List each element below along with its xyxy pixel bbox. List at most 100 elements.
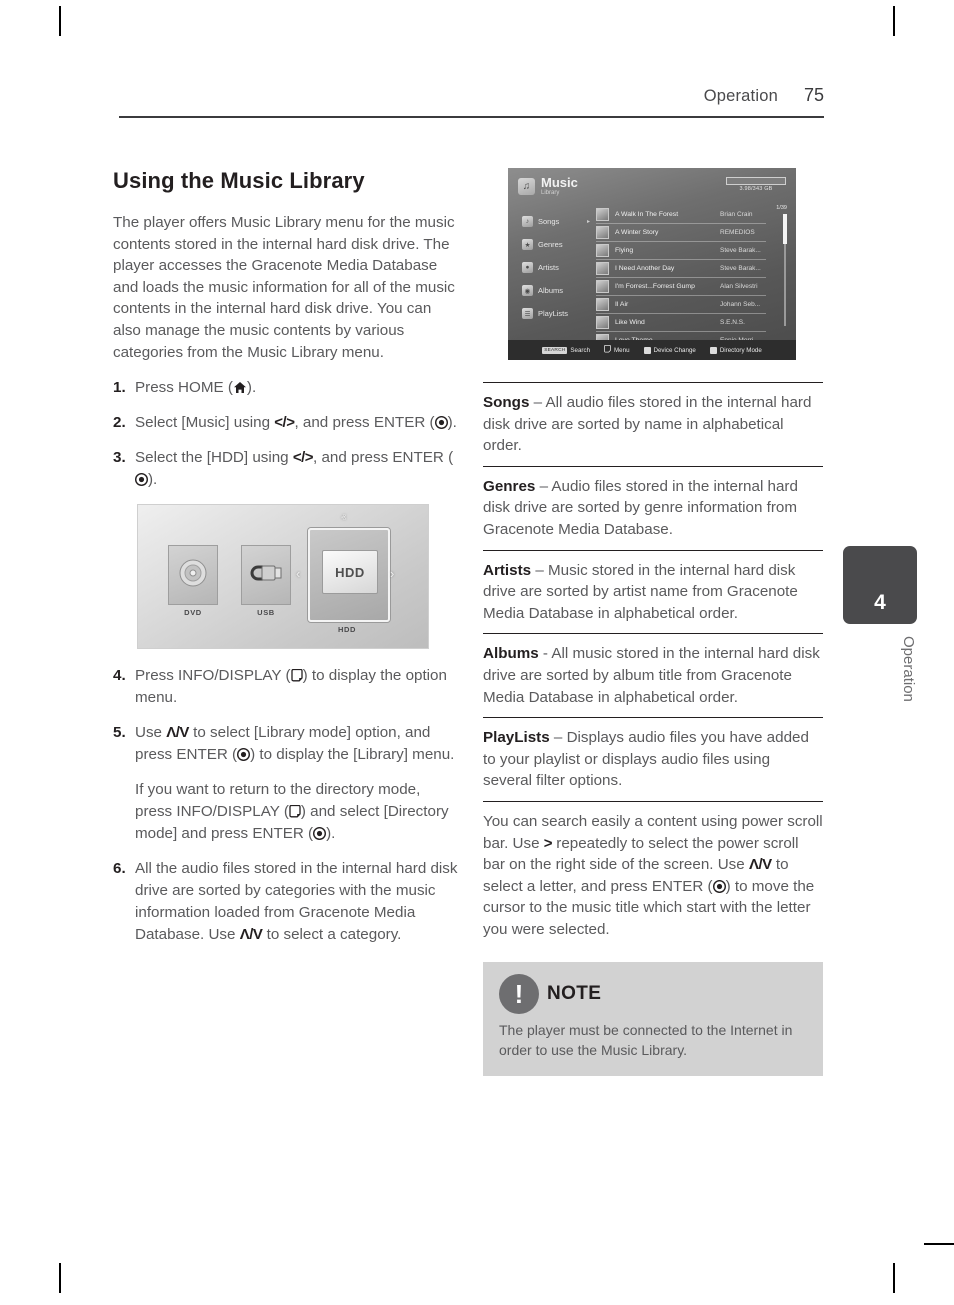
track-artist: REMEDIOS (720, 229, 766, 236)
definition-artists: Artists – Music stored in the internal h… (483, 551, 823, 635)
sidebar-item-artists[interactable]: ● Artists (522, 256, 590, 279)
crop-mark-right-edge (924, 1243, 954, 1245)
track-row[interactable]: Il Air Johann Seb... (596, 296, 766, 314)
definition-albums: Albums - All music stored in the interna… (483, 634, 823, 718)
left-column: Using the Music Library The player offer… (113, 168, 458, 959)
exclamation-icon: ! (499, 974, 539, 1014)
nav-left-arrow-icon[interactable]: ‹ (296, 566, 300, 581)
footer-action-label: Search (570, 347, 590, 354)
power-scroll-paragraph: You can search easily a content using po… (483, 802, 823, 941)
capacity-gauge-bar (726, 177, 786, 185)
step-3: 3. Select the [HDD] using </>, and press… (113, 447, 458, 491)
crop-mark-bottom-right (893, 1263, 895, 1293)
album-art-thumbnail (596, 298, 609, 311)
hdd-icon: HDD (322, 550, 378, 594)
note-header: ! NOTE (499, 974, 807, 1014)
sidebar-item-label: Genres (538, 240, 563, 249)
device-item-hdd-selected-frame[interactable]: HDD (308, 528, 390, 622)
nav-up-arrow-icon[interactable]: ⱏ (341, 513, 346, 524)
side-tab-label: Operation (843, 636, 917, 702)
definition-dash: – (550, 729, 567, 746)
sidebar-item-songs[interactable]: ♪ Songs ▸ (522, 210, 590, 233)
definition-playlists: PlayLists – Displays audio files you hav… (483, 718, 823, 802)
usb-icon (249, 561, 283, 590)
track-row[interactable]: I Need Another Day Steve Barak... (596, 260, 766, 278)
track-artist: Alan Silvestri (720, 283, 766, 290)
footer-menu-action[interactable]: Menu (604, 345, 629, 355)
definition-dash: – (529, 394, 545, 411)
step-6: 6. All the audio files stored in the int… (113, 858, 458, 946)
sidebar-item-albums[interactable]: ◉ Albums (522, 279, 590, 302)
header-section-title: Operation (704, 87, 778, 106)
crop-mark-top-right (893, 6, 895, 36)
album-art-thumbnail (596, 208, 609, 221)
track-row[interactable]: A Winter Story REMEDIOS (596, 224, 766, 242)
definition-term: Genres (483, 478, 535, 495)
nav-right-arrow-icon[interactable]: › (390, 566, 394, 581)
enter-icon (313, 825, 326, 838)
footer-action-label: Menu (614, 347, 629, 354)
enter-icon (135, 471, 148, 484)
up-down-arrows-icon: Λ/V (749, 856, 772, 873)
definition-term: Artists (483, 562, 531, 579)
step-4: 4. Press INFO/DISPLAY () to display the … (113, 665, 458, 709)
crop-mark-top-left (59, 6, 61, 36)
step-1-number: 1. (113, 377, 135, 399)
music-library-subtitle: Library (541, 189, 578, 197)
info-display-icon (289, 803, 301, 816)
track-row[interactable]: Like Wind S.E.N.S. (596, 314, 766, 332)
footer-device-change-action[interactable]: Device Change (644, 347, 696, 354)
step-5-text-c: ) to display the [Library] menu. (250, 746, 454, 763)
dvd-label: DVD (168, 608, 218, 617)
footer-directory-mode-action[interactable]: Directory Mode (710, 347, 762, 354)
side-tab-chapter-box: 4 (843, 546, 917, 624)
step-3-text-b: , and press ENTER ( (313, 449, 453, 466)
step-5-substep: If you want to return to the directory m… (135, 779, 458, 845)
step-1: 1. Press HOME (). (113, 377, 458, 399)
track-artist: Brian Crain (720, 211, 766, 218)
chevron-right-icon: ▸ (587, 218, 590, 225)
album-art-thumbnail (596, 226, 609, 239)
step-4-text-a: Press INFO/DISPLAY ( (135, 667, 291, 684)
sidebar-item-label: Albums (538, 286, 563, 295)
step-2-text-b: , and press ENTER ( (294, 414, 434, 431)
track-artist: Johann Seb... (720, 301, 766, 308)
track-title: Il Air (615, 301, 714, 308)
genre-icon: ★ (522, 239, 533, 250)
sidebar-item-playlists[interactable]: ☰ PlayLists (522, 302, 590, 325)
track-artist: Steve Barak... (720, 265, 766, 272)
track-artist: S.E.N.S. (720, 319, 766, 326)
track-row[interactable]: I'm Forrest...Forrest Gump Alan Silvestr… (596, 278, 766, 296)
sidebar-item-genres[interactable]: ★ Genres (522, 233, 590, 256)
footer-search-action[interactable]: SEARCH Search (542, 347, 590, 354)
step-6-number: 6. (113, 858, 135, 946)
substep-text-c: ). (326, 825, 335, 842)
track-row[interactable]: A Walk In The Forest Brian Crain (596, 206, 766, 224)
directory-mode-key-icon (710, 347, 717, 354)
disc-icon (178, 558, 208, 593)
step-5-number: 5. (113, 722, 135, 766)
device-item-usb: USB (241, 545, 291, 617)
track-row[interactable]: Flying Steve Barak... (596, 242, 766, 260)
step-3-number: 3. (113, 447, 135, 491)
side-tab-number: 4 (874, 591, 886, 615)
usb-label: USB (241, 608, 291, 617)
capacity-gauge-text: 3.98/343 GB (726, 186, 786, 192)
step-1-text-b: ). (247, 379, 256, 396)
scrollbar-thumb[interactable] (783, 214, 787, 244)
intro-paragraph: The player offers Music Library menu for… (113, 212, 458, 363)
step-2-text-a: Select [Music] using (135, 414, 274, 431)
power-scroll-bar[interactable]: 1/39 (783, 206, 787, 326)
artist-icon: ● (522, 262, 533, 273)
step-2: 2. Select [Music] using </>, and press E… (113, 412, 458, 434)
track-list: A Walk In The Forest Brian Crain A Winte… (596, 206, 766, 350)
step-6-text: All the audio files stored in the intern… (135, 858, 458, 946)
note-title: NOTE (547, 983, 601, 1005)
hdd-label: HDD (308, 625, 386, 634)
step-5-text: Use Λ/V to select [Library mode] option,… (135, 722, 458, 766)
sidebar-item-label: PlayLists (538, 309, 568, 318)
device-change-key-icon (644, 347, 651, 354)
note-box: ! NOTE The player must be connected to t… (483, 962, 823, 1076)
footer-action-label: Directory Mode (720, 347, 762, 354)
step-2-text: Select [Music] using </>, and press ENTE… (135, 412, 458, 434)
